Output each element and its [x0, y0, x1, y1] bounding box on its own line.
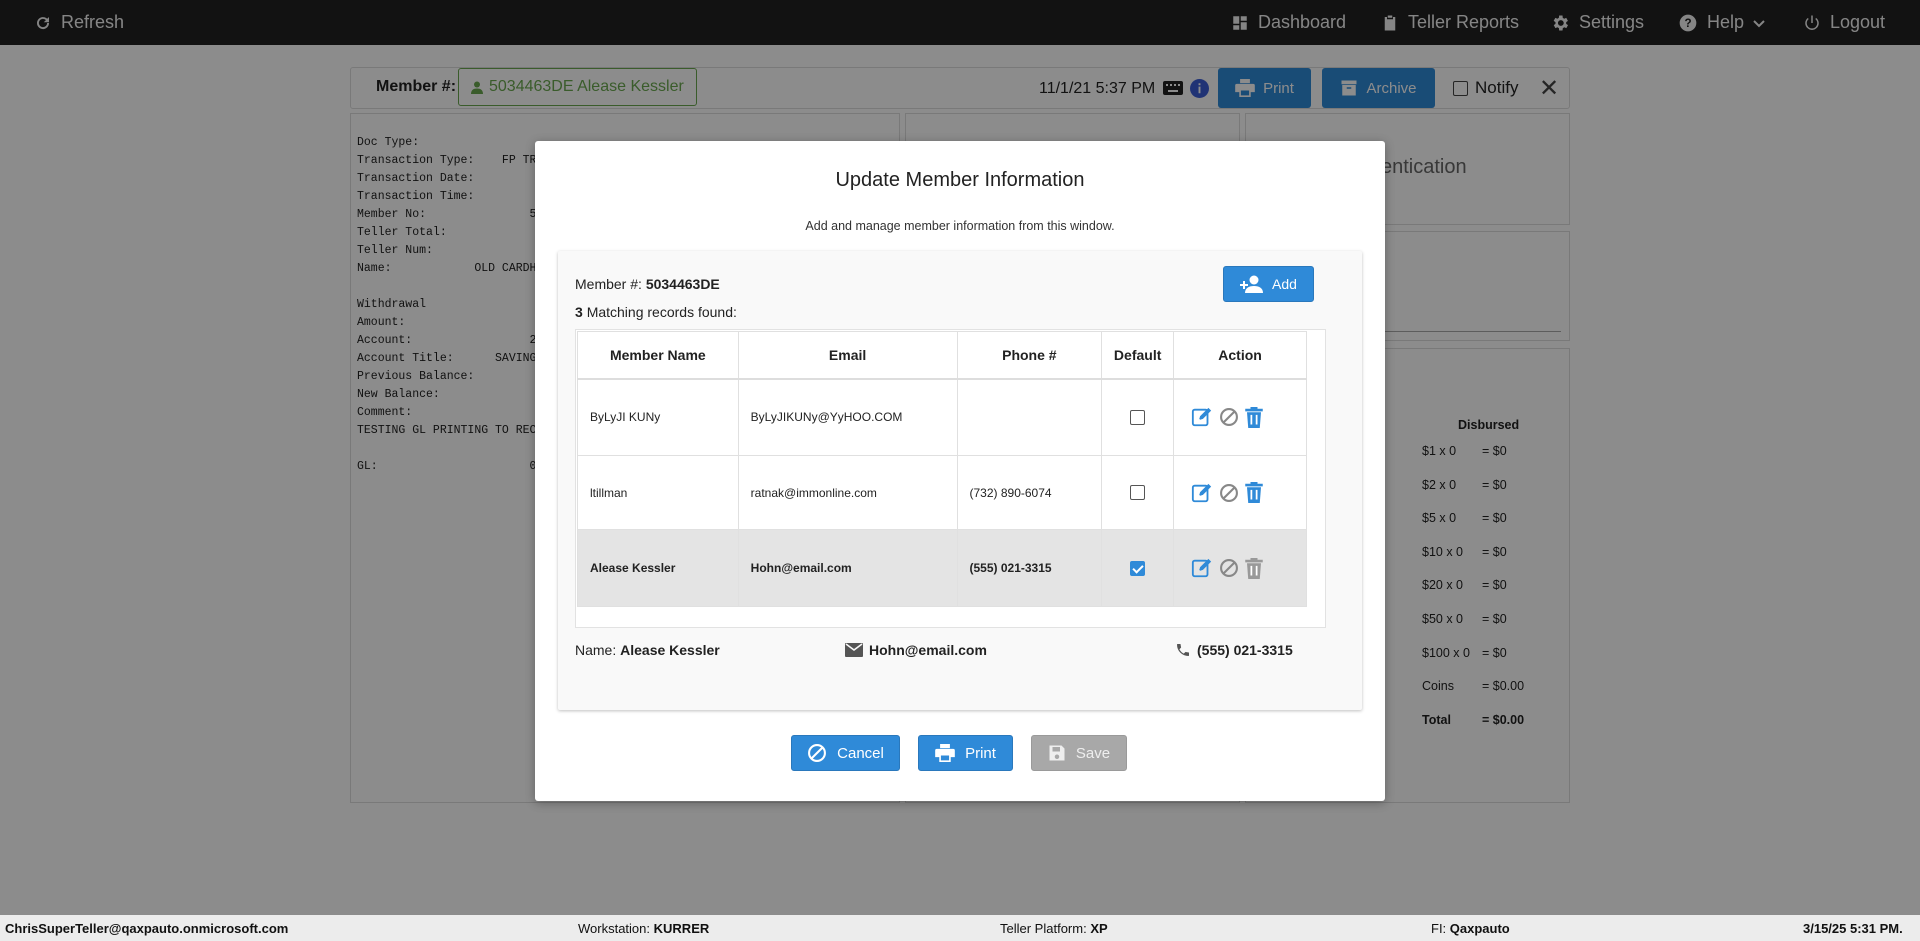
selected-phone-value: (555) 021-3315 — [1197, 642, 1293, 658]
member-number-value: 5034463DE — [645, 276, 720, 292]
cell-default — [1101, 378, 1175, 456]
cell-phone: (555) 021-3315 — [956, 529, 1103, 607]
cell-member-name: Alease Kessler — [577, 529, 739, 607]
selected-name-value: Alease Kessler — [620, 642, 720, 658]
member-number-label: Member #: — [575, 276, 642, 292]
modal-title: Update Member Information — [835, 169, 1085, 191]
selected-email-line: Hohn@email.com — [845, 642, 987, 658]
cell-default — [1101, 455, 1175, 530]
column-header-action: Action — [1173, 331, 1307, 380]
cell-member-name: ByLyJI KUNy — [577, 378, 739, 456]
add-record-button[interactable]: Add — [1223, 266, 1314, 302]
table-header-row: Member Name Email Phone # Default Action — [577, 331, 1307, 380]
disable-icon[interactable] — [1219, 483, 1239, 503]
status-fi: FI: Qaxpauto — [1431, 921, 1510, 936]
update-member-modal: Update Member Information Add and manage… — [535, 141, 1385, 801]
trash-icon[interactable] — [1245, 557, 1263, 579]
printer-icon — [935, 744, 955, 762]
edit-icon[interactable] — [1191, 482, 1213, 504]
default-checkbox[interactable] — [1130, 560, 1146, 576]
cell-action — [1173, 455, 1307, 530]
cancel-button[interactable]: Cancel — [791, 735, 900, 771]
action-buttons — [1191, 482, 1306, 504]
member-table: Member Name Email Phone # Default Action… — [577, 331, 1307, 607]
selected-email-value: Hohn@email.com — [869, 642, 987, 658]
disable-icon[interactable] — [1219, 407, 1239, 427]
floppy-disk-icon — [1049, 745, 1065, 761]
default-checkbox[interactable] — [1130, 485, 1146, 501]
status-datetime: 3/15/25 5:31 PM. — [1803, 921, 1903, 936]
print-button[interactable]: Print — [918, 735, 1013, 771]
selected-name-label: Name: — [575, 642, 617, 658]
action-buttons — [1191, 406, 1306, 428]
cell-action — [1173, 378, 1307, 456]
cell-email: Hohn@email.com — [737, 529, 958, 607]
save-button[interactable]: Save — [1031, 735, 1127, 771]
member-number-line: Member #: 5034463DE — [575, 276, 720, 292]
status-platform-value: XP — [1090, 921, 1108, 936]
default-checkbox[interactable] — [1130, 409, 1146, 425]
disable-icon[interactable] — [1219, 558, 1239, 578]
status-workstation-value: KURRER — [653, 921, 710, 936]
match-count-line: 3 Matching records found: — [575, 304, 737, 320]
status-user: ChrisSuperTeller@qaxpauto.onmicrosoft.co… — [5, 921, 289, 936]
add-user-icon — [1240, 275, 1264, 293]
status-bar: ChrisSuperTeller@qaxpauto.onmicrosoft.co… — [0, 915, 1920, 941]
table-row[interactable]: Alease Kessler Hohn@email.com (555) 021-33… — [577, 529, 1307, 607]
phone-icon — [1177, 644, 1189, 656]
status-workstation: Workstation: KURRER — [578, 921, 709, 936]
modal-subtitle: Add and manage member information from t… — [805, 219, 1115, 233]
cell-default — [1101, 529, 1175, 607]
save-label: Save — [1075, 744, 1111, 762]
match-text: Matching records found: — [586, 304, 737, 320]
action-buttons — [1191, 557, 1306, 579]
cell-phone: (732) 890-6074 — [956, 455, 1103, 530]
column-header-email: Email — [737, 331, 958, 380]
cancel-label: Cancel — [837, 744, 884, 762]
add-label: Add — [1272, 276, 1297, 292]
selected-name-line: Name: Alease Kessler — [575, 642, 720, 658]
cell-action — [1173, 529, 1307, 607]
status-fi-label: FI: — [1431, 921, 1447, 936]
edit-icon[interactable] — [1191, 557, 1213, 579]
table-row[interactable]: ByLyJI KUNy ByLyJIKUNy@YyHOO.COM — [577, 378, 1307, 456]
column-header-default: Default — [1101, 331, 1175, 380]
member-table-container[interactable]: Member Name Email Phone # Default Action… — [575, 329, 1326, 628]
trash-icon[interactable] — [1245, 482, 1263, 503]
column-header-phone: Phone # — [956, 331, 1103, 380]
cell-email: ByLyJIKUNy@YyHOO.COM — [737, 378, 958, 456]
column-header-member-name: Member Name — [577, 331, 739, 380]
member-records-card: Member #: 5034463DE 3 Matching records f… — [558, 251, 1362, 710]
match-count: 3 — [575, 304, 583, 320]
status-platform: Teller Platform: XP — [1000, 921, 1108, 936]
ban-icon — [808, 744, 827, 762]
cell-email: ratnak@immonline.com — [737, 455, 958, 530]
trash-icon[interactable] — [1245, 406, 1263, 428]
table-row[interactable]: ltillman ratnak@immonline.com (732) 890-60… — [577, 455, 1307, 530]
cell-member-name: ltillman — [577, 455, 739, 530]
selected-phone-line: (555) 021-3315 — [1175, 642, 1293, 658]
cell-phone — [956, 378, 1103, 456]
status-fi-value: Qaxpauto — [1449, 921, 1510, 936]
edit-icon[interactable] — [1191, 406, 1213, 428]
envelope-icon — [845, 643, 863, 657]
print-label: Print — [965, 744, 996, 762]
status-platform-label: Teller Platform: — [1000, 921, 1087, 936]
status-workstation-label: Workstation: — [578, 921, 651, 936]
